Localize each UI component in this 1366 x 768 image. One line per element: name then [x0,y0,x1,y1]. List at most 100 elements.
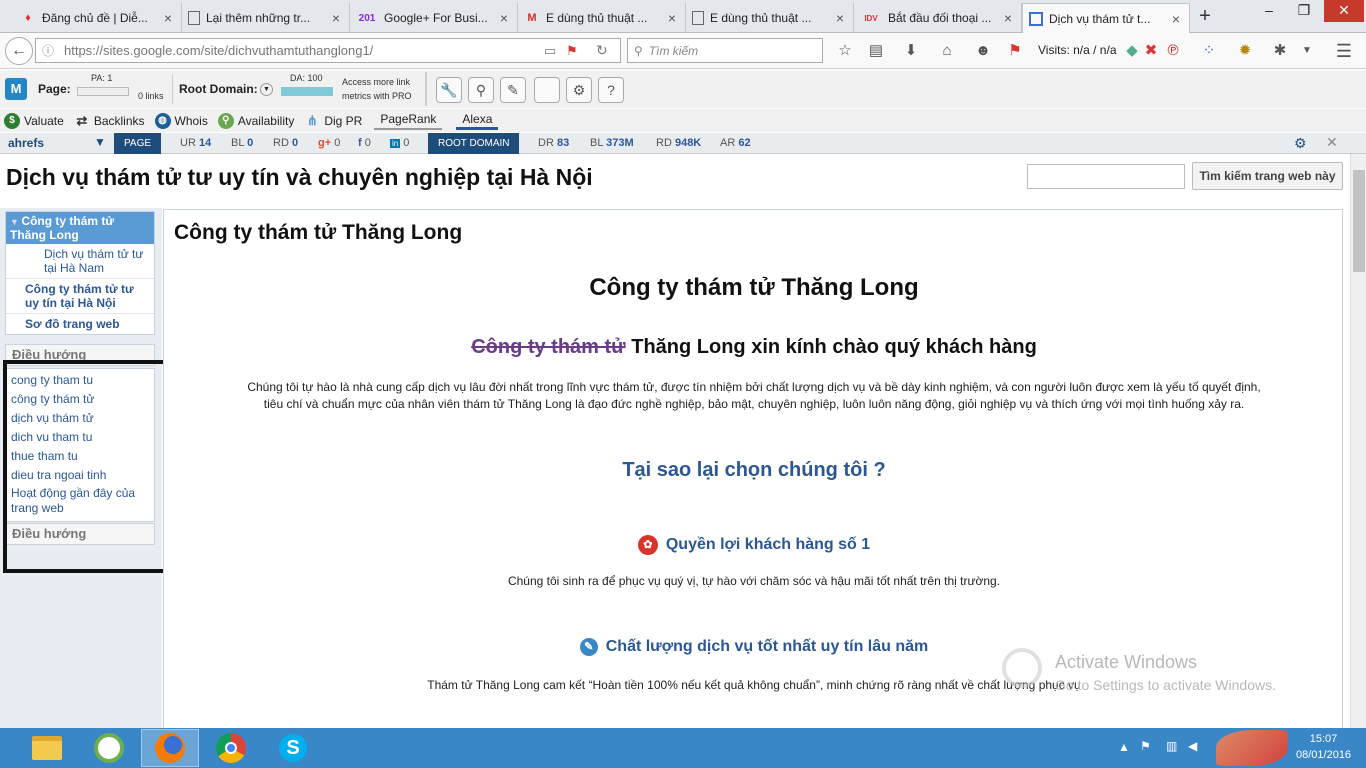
close-icon[interactable]: × [497,10,511,26]
visits-counter: Visits: n/a / n/a [1038,43,1117,57]
chrome-icon[interactable] [202,729,260,767]
menu-icon[interactable]: ☰ [1334,41,1354,61]
moz-access-text-2[interactable]: metrics with PRO [342,91,412,101]
valuate-button[interactable]: $ Valuate [4,112,64,129]
tab-3[interactable]: 201 Google+ For Busi... × [350,3,518,33]
grid-icon[interactable]: ⁘ [1199,41,1219,61]
red-flag-icon[interactable]: ⚑ [1005,41,1025,61]
chevron-down-icon[interactable]: ▼ [1297,41,1317,61]
file-explorer-icon[interactable] [18,729,76,767]
clock-time: 15:07 [1309,733,1338,745]
tray-network-icon[interactable]: ▥ [1166,739,1177,753]
tab-6[interactable]: IDV Bắt đầu đối thoại ... × [854,3,1022,33]
availability-button[interactable]: ⚲ Availability [217,112,295,129]
sidebar-item-ha-nam[interactable]: Dịch vụ thám tử tư tại Hà Nam [6,244,154,279]
block-icon[interactable]: ✖ [1141,41,1161,61]
ahrefs-dropdown-icon[interactable]: ▼ [94,135,106,149]
settings-gear-icon[interactable]: ⚙ [566,77,592,103]
ahrefs-fb: f 0 [358,137,371,149]
close-icon[interactable]: × [1169,11,1183,27]
reload-icon[interactable]: ↻ [596,42,608,59]
search-circle-icon: ⚲ [217,112,234,129]
pinterest-icon[interactable]: ℗ [1163,41,1183,61]
benefit-text: Chúng tôi sinh ra để phục vụ quý vị, tự … [507,574,1001,588]
new-tab-button[interactable]: + [1192,5,1218,29]
close-icon[interactable]: × [161,10,175,26]
wrench-icon[interactable]: 🔧 [436,77,462,103]
restore-button[interactable]: ❐ [1287,0,1321,22]
site-search-button[interactable]: Tìm kiếm trang web này [1192,162,1343,190]
key-icon [1002,648,1042,688]
dropdown-icon[interactable]: ▼ [260,83,273,96]
scrollbar-thumb[interactable] [1353,170,1365,272]
backlinks-button[interactable]: ⇄ Backlinks [74,113,144,129]
tab-5[interactable]: E dùng thủ thuật ... × [686,3,854,33]
taskbar: S ▲ ⚑ ▥ ◀ 15:07 08/01/2016 [0,728,1366,768]
highlight-icon[interactable] [534,77,560,103]
ahrefs-bl: BL 0 [231,137,254,149]
clock[interactable]: 15:07 08/01/2016 [1296,731,1351,763]
site-search-input[interactable] [1027,164,1185,189]
magnifier-icon[interactable]: ⚲ [468,77,494,103]
award-icon: ✿ [637,535,658,555]
home-icon[interactable]: ⌂ [937,41,957,61]
tab-2[interactable]: Lại thêm những tr... × [182,3,350,33]
search-input[interactable]: ⚲ Tìm kiếm [627,38,823,63]
tab-strip: ♦ Đăng chủ đề | Diễ... × Lại thêm những … [0,0,1366,34]
moz-access-text[interactable]: Access more link [342,77,410,87]
tab-1[interactable]: ♦ Đăng chủ đề | Diễ... × [14,3,182,33]
url-bar[interactable]: ⓘ https://sites.google.com/site/dichvuth… [35,38,621,63]
minimize-button[interactable]: – [1252,0,1286,22]
smiley-icon[interactable]: ☻ [973,41,993,61]
tab-4[interactable]: M E dùng thủ thuật ... × [518,3,686,33]
window-close-button[interactable]: ✕ [1324,0,1364,22]
availability-label: Availability [237,113,295,128]
moz-page-label: Page: [38,82,71,96]
sidebar-item-ha-noi[interactable]: Công ty thám tử tư uy tín tại Hà Nội [6,279,154,314]
pagerank-tab[interactable]: PageRank [374,111,443,130]
reader-icon[interactable]: ▭ [544,43,556,59]
tab-7-active[interactable]: Dịch vụ thám tử t... × [1022,3,1190,34]
ahrefs-logo[interactable]: ahrefs [8,136,44,150]
tray-flag-icon[interactable]: ⚑ [1140,739,1151,753]
bookmark-star-icon[interactable]: ☆ [835,41,855,61]
ahrefs-settings-icon[interactable]: ⚙ [1294,135,1307,152]
close-icon[interactable]: × [665,10,679,26]
sidebar-item-sitemap[interactable]: Sơ đồ trang web [6,314,154,332]
moz-da-value: DA: 100 [290,73,323,83]
help-icon[interactable]: ? [598,77,624,103]
sidebar-item-active[interactable]: ▼ Công ty thám tử Thăng Long [6,212,154,244]
flag-icon[interactable]: ⚑ [566,43,578,59]
download-icon[interactable]: ⬇ [901,41,921,61]
skype-icon[interactable]: S [264,729,322,767]
greeting-text: Thăng Long xin kính chào quý khách hàng [625,336,1037,358]
addon-icon[interactable]: ◆ [1122,41,1142,61]
greeting-link[interactable]: Công ty thám tử [471,336,625,358]
back-button[interactable]: ← [5,37,33,65]
pencil-icon[interactable]: ✎ [500,77,526,103]
tray-volume-icon[interactable]: ◀ [1188,739,1197,753]
tab-title: Lại thêm những tr... [206,11,311,25]
moz-logo-icon[interactable]: M [5,78,27,100]
close-icon[interactable]: × [1001,10,1015,26]
digpr-button[interactable]: ⋔ Dig PR [304,113,362,129]
bug-icon[interactable]: ✱ [1270,41,1290,61]
close-icon[interactable]: × [329,10,343,26]
gplus-icon: g+ [318,137,332,149]
whois-button[interactable]: ◍ Whois [154,112,208,129]
orbit-icon[interactable] [80,729,138,767]
ahrefs-rd: RD 0 [273,137,299,149]
close-icon[interactable]: × [833,10,847,26]
moz-root-domain-label: Root Domain: [179,82,258,96]
ahrefs-ur: UR 14 [180,137,212,149]
gear-addon-icon[interactable]: ✹ [1235,41,1255,61]
page-scrollbar[interactable] [1350,154,1366,728]
tray-chevron-icon[interactable]: ▲ [1118,740,1130,754]
linkedin-icon: in [390,139,401,148]
alexa-tab[interactable]: Alexa [456,111,499,130]
benefit-heading: ✿ Quyền lợi khách hàng số 1 [164,535,1344,555]
ahrefs-close-icon[interactable]: ✕ [1326,134,1338,151]
highlight-frame [3,360,168,573]
firefox-icon[interactable] [141,729,199,767]
library-icon[interactable]: ▤ [866,41,886,61]
